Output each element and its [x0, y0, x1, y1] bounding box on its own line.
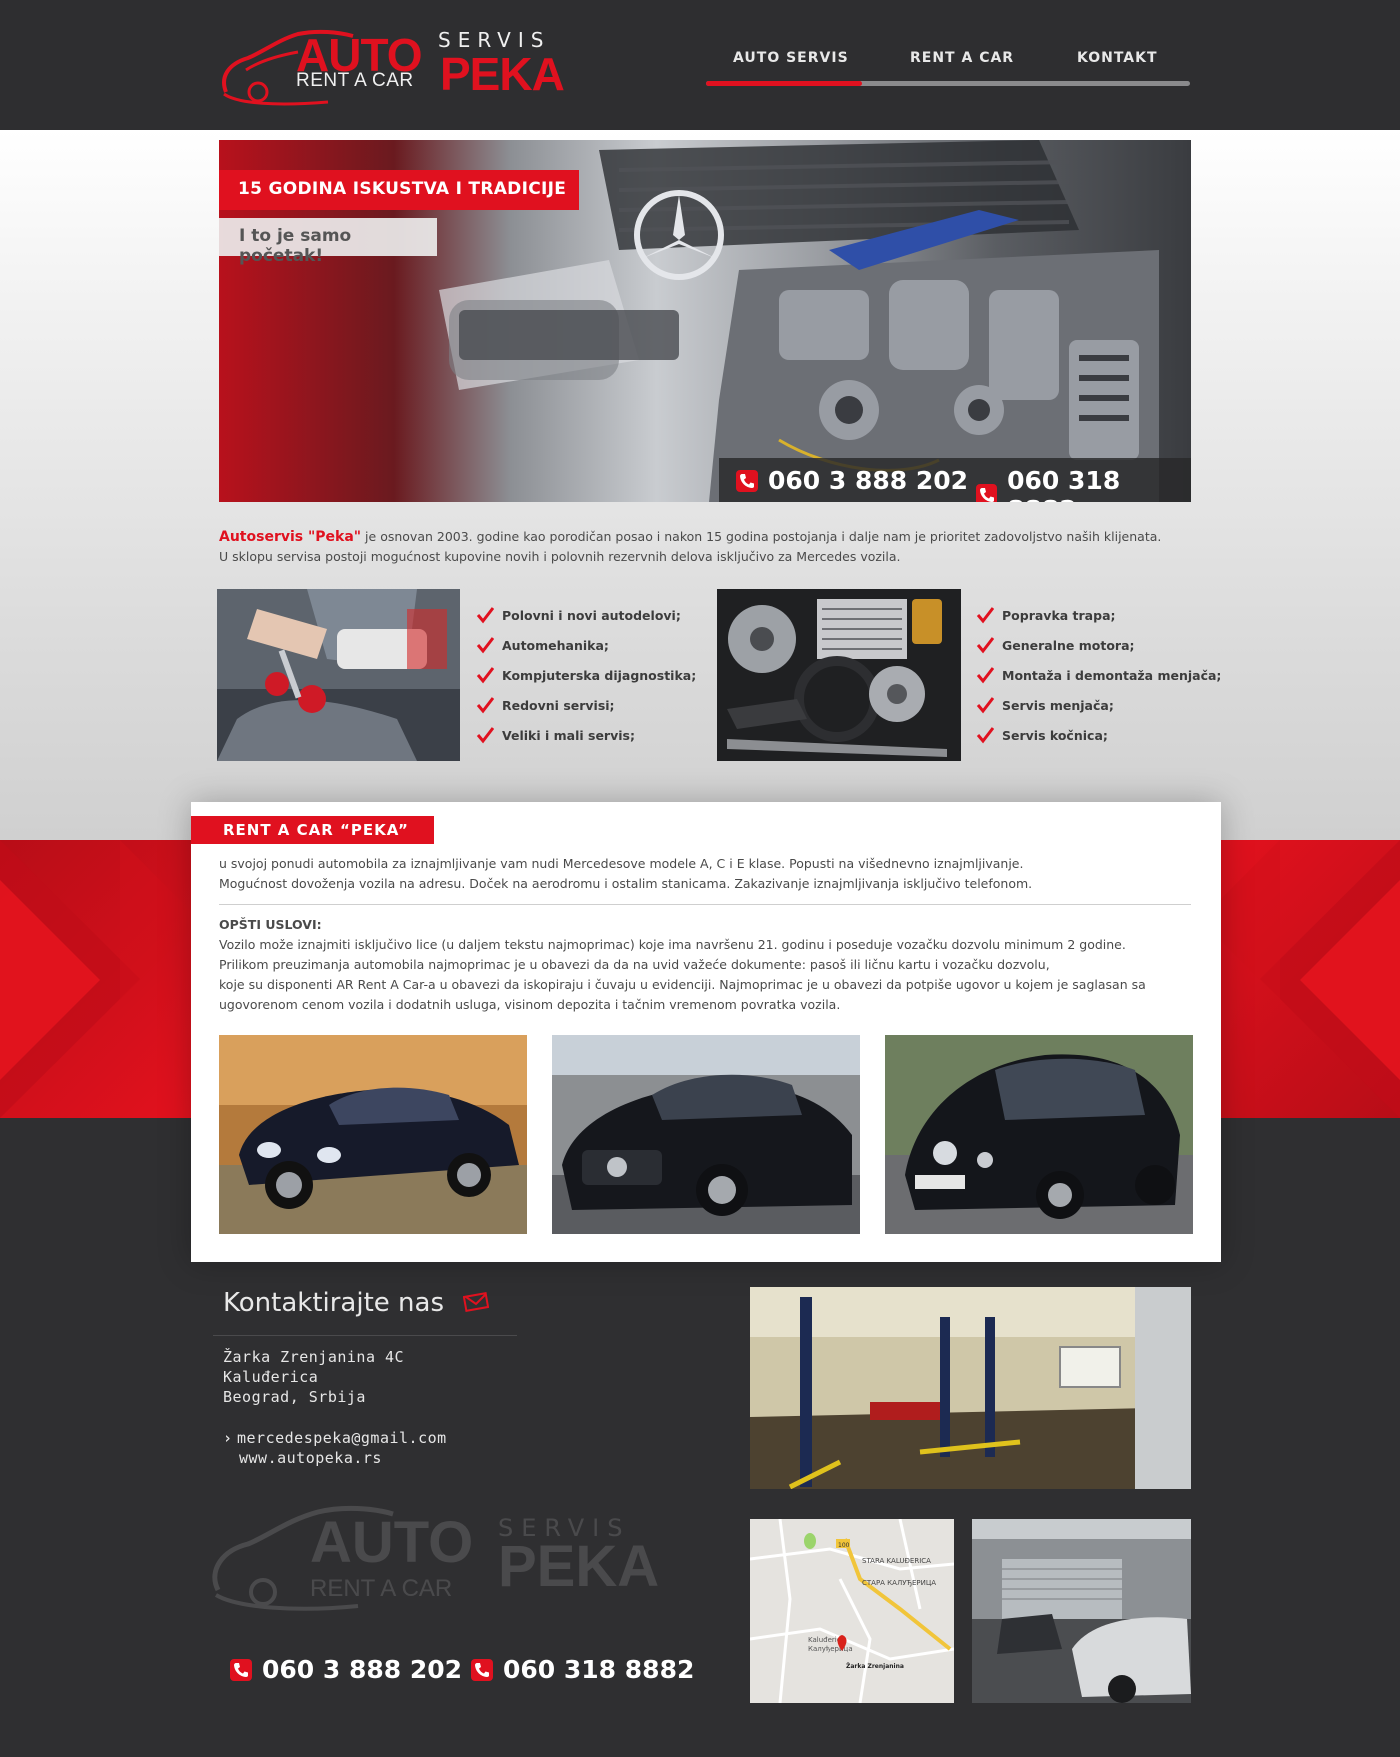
location-map[interactable]: 100 STARA KALUĐERICA СТАРА КАЛУЂЕРИЦА Ka… — [750, 1519, 954, 1703]
condition-line: Prilikom preuzimanja automobila najmopri… — [219, 957, 1050, 972]
svg-text:RENT A CAR: RENT A CAR — [310, 1575, 452, 1602]
checkmark-icon — [976, 607, 994, 624]
hero-phone-1-number: 060 3 888 202 — [768, 466, 969, 495]
site-logo[interactable]: AUTO SERVIS PEKA RENT A CAR — [218, 22, 580, 112]
logo-rent-text: RENT A CAR — [296, 70, 414, 91]
services-list-right: Popravka trapa; Generalne motora; Montaž… — [976, 600, 1221, 750]
service-item: Redovni servisi; — [476, 690, 696, 720]
hero-banner: 15 GODINA ISKUSTVA I TRADICIJE I to je s… — [219, 140, 1191, 502]
conditions-title: OPŠTI USLOVI: — [219, 917, 322, 932]
service-item: Generalne motora; — [976, 630, 1221, 660]
intro-line-1-text: je osnovan 2003. godine kao porodičan po… — [361, 529, 1162, 544]
checkmark-icon — [476, 607, 494, 624]
rent-line-1: u svojoj ponudi automobila za iznajmljiv… — [219, 856, 1024, 871]
rent-line-2: Mogućnost dovoženja vozila na adresu. Do… — [219, 876, 1033, 891]
services-list-left: Polovni i novi autodelovi; Automehanika;… — [476, 600, 696, 750]
hero-headline: 15 GODINA ISKUSTVA I TRADICIJE — [219, 170, 579, 210]
phone-icon — [736, 469, 758, 492]
chevron-right-icon: › — [223, 1429, 233, 1447]
contact-title: Kontaktirajte nas — [223, 1288, 444, 1318]
contact-links: › mercedespeka@gmail.com www.autopeka.rs — [223, 1428, 447, 1468]
envelope-icon — [463, 1292, 489, 1312]
footer-phone-2-number: 060 318 8882 — [503, 1655, 695, 1684]
map-place-cyr-label: СТАРА КАЛУЂЕРИЦА — [862, 1579, 936, 1587]
hero-subline: I to je samo početak! — [219, 218, 437, 266]
mechanic-photo — [217, 589, 460, 761]
service-item: Servis menjača; — [976, 690, 1221, 720]
address-line: Kaluđerica — [223, 1368, 319, 1386]
email-link[interactable]: › mercedespeka@gmail.com — [223, 1428, 447, 1448]
checkmark-icon — [976, 727, 994, 744]
footer-phone-1-number: 060 3 888 202 — [262, 1655, 463, 1684]
intro-line-2: U sklopu servisa postoji mogućnost kupov… — [219, 549, 901, 564]
car-photo-c-class[interactable] — [552, 1035, 860, 1234]
checkmark-icon — [476, 697, 494, 714]
svg-text:AUTO: AUTO — [310, 1510, 473, 1575]
intro-text: Autoservis "Peka" je osnovan 2003. godin… — [219, 527, 1199, 567]
service-item: Servis kočnica; — [976, 720, 1221, 750]
map-town-cyr-label: Калуђерица — [808, 1645, 853, 1653]
hero-phone-2[interactable]: 060 318 8882 — [976, 466, 1191, 502]
website-link[interactable]: www.autopeka.rs — [223, 1448, 447, 1468]
service-item: Automehanika; — [476, 630, 696, 660]
hero-phone-bar: 060 3 888 202 060 318 8882 — [719, 458, 1191, 502]
checkmark-icon — [476, 667, 494, 684]
intro-line-1: Autoservis "Peka" je osnovan 2003. godin… — [219, 527, 1199, 547]
footer-phone-2[interactable]: 060 318 8882 — [471, 1655, 694, 1684]
service-item: Veliki i mali servis; — [476, 720, 696, 750]
checkmark-icon — [476, 637, 494, 654]
phone-icon — [976, 484, 998, 502]
hero-phone-1[interactable]: 060 3 888 202 — [736, 466, 968, 495]
map-road-number: 100 — [838, 1542, 850, 1549]
map-place-label: STARA KALUĐERICA — [862, 1557, 931, 1565]
intro-brand: Autoservis "Peka" — [219, 529, 362, 545]
address-line: Žarka Zrenjanina 4C — [223, 1348, 405, 1366]
nav-rent-a-car[interactable]: RENT A CAR — [910, 50, 1014, 66]
hero-phone-2-number: 060 318 8882 — [1007, 466, 1121, 502]
service-item: Polovni i novi autodelovi; — [476, 600, 696, 630]
phone-icon — [230, 1658, 252, 1681]
condition-line: Vozilo može iznajmiti isključivo lice (u… — [219, 937, 1126, 952]
car-photo-a-class[interactable] — [885, 1035, 1193, 1234]
footer-phone-1[interactable]: 060 3 888 202 — [230, 1655, 462, 1684]
site-header: AUTO SERVIS PEKA RENT A CAR AUTO SERVIS … — [0, 0, 1400, 130]
car-photo-e-class[interactable] — [219, 1035, 527, 1234]
nav-active-indicator — [706, 81, 862, 86]
garage-exterior-photo[interactable] — [972, 1519, 1191, 1703]
contact-divider — [213, 1335, 517, 1336]
condition-line: koje su disponenti AR Rent A Car-a u oba… — [219, 977, 1146, 992]
svg-text:PEKA: PEKA — [498, 1534, 659, 1599]
phone-icon — [471, 1658, 493, 1681]
service-item: Popravka trapa; — [976, 600, 1221, 630]
rent-conditions: OPŠTI USLOVI: Vozilo može iznajmiti iskl… — [219, 915, 1199, 1015]
logo-peka-text: PEKA — [440, 48, 565, 100]
checkmark-icon — [976, 697, 994, 714]
condition-line: ugovorenom cenom vozila i dodatnih uslug… — [219, 997, 841, 1012]
rent-a-car-tag: RENT A CAR “PEKA” — [191, 816, 434, 844]
checkmark-icon — [476, 727, 494, 744]
checkmark-icon — [976, 667, 994, 684]
nav-auto-servis[interactable]: AUTO SERVIS — [733, 50, 849, 66]
service-item: Kompjuterska dijagnostika; — [476, 660, 696, 690]
service-item: Montaža i demontaža menjača; — [976, 660, 1221, 690]
checkmark-icon — [976, 637, 994, 654]
address-line: Beograd, Srbija — [223, 1388, 366, 1406]
rent-a-car-card: RENT A CAR “PEKA” u svojoj ponudi automo… — [191, 802, 1221, 1262]
garage-interior-photo[interactable] — [750, 1287, 1191, 1489]
contact-address: Žarka Zrenjanina 4C Kaluđerica Beograd, … — [223, 1347, 404, 1407]
rent-divider — [219, 904, 1191, 905]
rent-description: u svojoj ponudi automobila za iznajmljiv… — [219, 854, 1199, 894]
main-nav: AUTO SERVIS RENT A CAR KONTAKT — [706, 48, 1190, 88]
footer-ghost-logo: AUTO SERVIS PEKA RENT A CAR — [208, 1500, 688, 1620]
map-street-label: Žarka Zrenjanina — [846, 1662, 904, 1670]
car-parts-photo — [717, 589, 961, 761]
nav-kontakt[interactable]: KONTAKT — [1077, 50, 1158, 66]
